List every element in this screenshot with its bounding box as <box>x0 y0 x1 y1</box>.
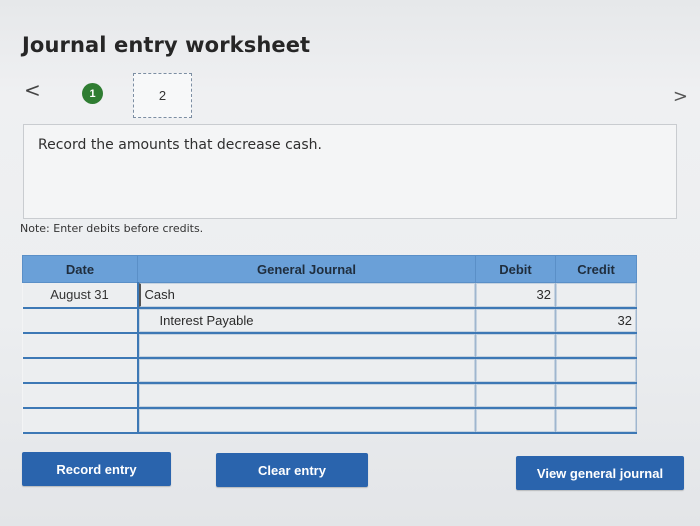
clear-entry-button[interactable]: Clear entry <box>216 453 368 487</box>
date-cell[interactable] <box>22 407 139 434</box>
credit-cell[interactable]: 32 <box>555 307 637 334</box>
date-cell[interactable]: August 31 <box>22 282 139 309</box>
debit-input[interactable] <box>476 358 555 382</box>
table-row <box>22 407 637 434</box>
instruction-text: Record the amounts that decrease cash. <box>38 137 322 153</box>
page-title: Journal entry worksheet <box>22 33 311 57</box>
debit-input[interactable]: 32 <box>476 283 555 307</box>
view-general-journal-button[interactable]: View general journal <box>516 456 684 490</box>
general-journal-header: General Journal <box>137 255 476 283</box>
account-cell[interactable]: Interest Payable <box>137 307 476 334</box>
table-row: Interest Payable 32 <box>22 307 637 334</box>
debit-cell[interactable] <box>475 332 556 359</box>
account-cell[interactable] <box>137 332 476 359</box>
step-1-button[interactable]: 1 <box>82 83 103 104</box>
debit-cell[interactable] <box>475 307 556 334</box>
credit-cell[interactable] <box>555 332 637 359</box>
debit-cell[interactable] <box>475 382 556 409</box>
credit-input[interactable] <box>556 408 636 432</box>
credit-cell[interactable] <box>555 407 637 434</box>
credit-cell[interactable] <box>555 282 637 309</box>
credit-input[interactable] <box>556 358 636 382</box>
debit-cell[interactable] <box>475 407 556 434</box>
debit-header: Debit <box>475 255 556 283</box>
record-entry-button[interactable]: Record entry <box>22 452 171 486</box>
credit-cell[interactable] <box>555 357 637 384</box>
credit-cell[interactable] <box>555 382 637 409</box>
chevron-left-icon[interactable]: < <box>24 78 41 102</box>
credit-header: Credit <box>555 255 637 283</box>
table-row <box>22 332 637 359</box>
table-row: August 31 Cash 32 <box>22 282 637 309</box>
account-input[interactable]: Interest Payable <box>138 308 475 332</box>
debit-input[interactable] <box>476 383 555 407</box>
account-cell[interactable] <box>137 357 476 384</box>
table-row <box>22 382 637 409</box>
credit-input[interactable] <box>556 333 636 357</box>
debit-input[interactable] <box>476 408 555 432</box>
account-input[interactable] <box>138 408 475 432</box>
account-cell[interactable] <box>137 407 476 434</box>
note-text: Note: Enter debits before credits. <box>20 222 204 235</box>
debit-cell[interactable]: 32 <box>475 282 556 309</box>
debit-cell[interactable] <box>475 357 556 384</box>
account-input[interactable] <box>138 383 475 407</box>
account-input[interactable] <box>138 358 475 382</box>
credit-input[interactable] <box>556 383 636 407</box>
date-cell[interactable] <box>22 332 139 359</box>
account-cell[interactable]: Cash <box>137 282 476 309</box>
credit-input[interactable]: 32 <box>556 308 636 332</box>
account-cell[interactable] <box>137 382 476 409</box>
credit-input[interactable] <box>556 283 636 307</box>
debit-input[interactable] <box>476 333 555 357</box>
instruction-panel: Record the amounts that decrease cash. <box>23 124 677 219</box>
table-header-row: Date General Journal Debit Credit <box>22 255 637 283</box>
date-cell[interactable] <box>22 382 139 409</box>
account-input[interactable] <box>138 333 475 357</box>
step-2-button[interactable]: 2 <box>133 73 192 118</box>
date-header: Date <box>22 255 138 283</box>
debit-input[interactable] <box>476 308 555 332</box>
journal-table: Date General Journal Debit Credit August… <box>22 255 637 434</box>
date-cell[interactable] <box>22 357 139 384</box>
chevron-right-icon[interactable]: > <box>673 86 688 107</box>
date-cell[interactable] <box>22 307 139 334</box>
table-row <box>22 357 637 384</box>
account-input[interactable]: Cash <box>138 283 475 307</box>
